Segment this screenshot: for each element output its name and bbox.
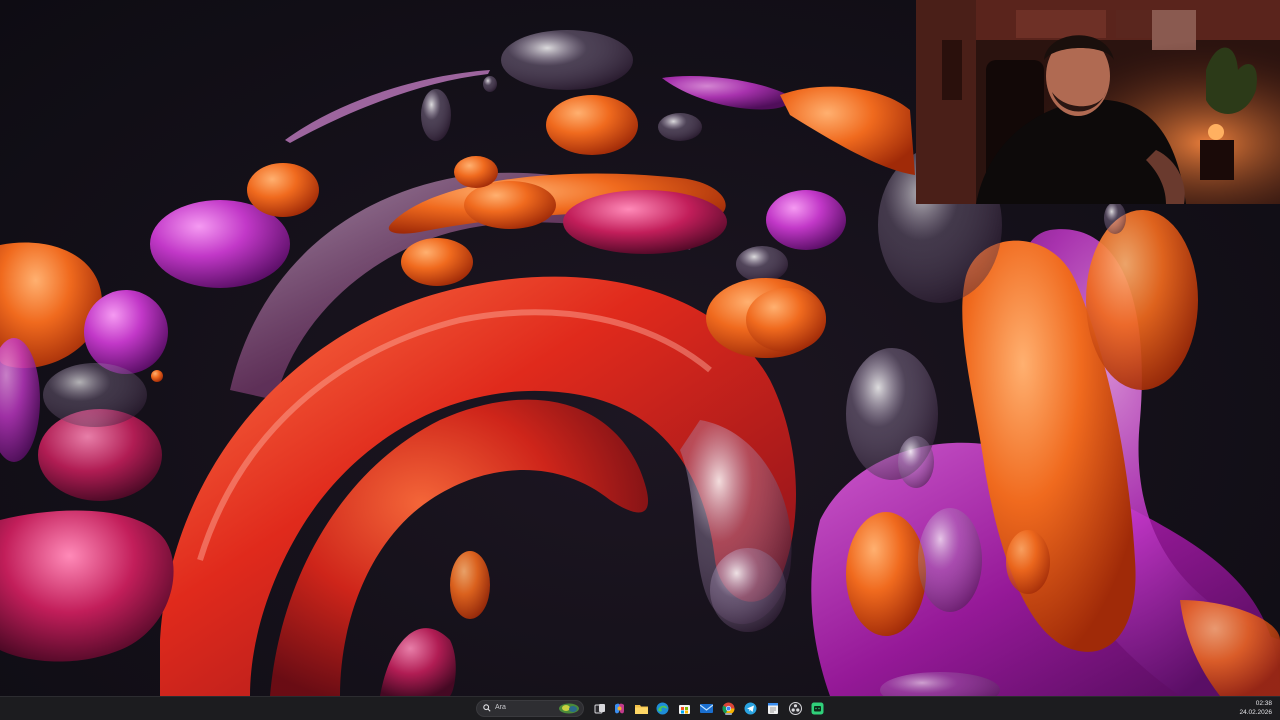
taskbar-search[interactable]: Ara	[476, 700, 584, 717]
clock-date: 24.02.2026	[1239, 709, 1272, 716]
android-icon[interactable]	[810, 701, 825, 716]
search-placeholder: Ara	[495, 704, 506, 711]
system-clock[interactable]: 02:38 24.02.2026	[1239, 699, 1272, 717]
active-indicator	[725, 713, 732, 715]
desktop[interactable]	[0, 0, 1280, 696]
notepad-icon[interactable]	[765, 701, 780, 716]
folder-icon[interactable]	[634, 701, 649, 716]
copilot-icon[interactable]	[612, 701, 627, 716]
store-icon[interactable]	[677, 701, 692, 716]
start-button[interactable]	[455, 702, 468, 715]
task-view-icon[interactable]	[592, 701, 607, 716]
taskbar: Ara 02:38 24.02.2026	[0, 696, 1280, 720]
search-icon	[483, 704, 491, 712]
webcam-overlay	[916, 0, 1280, 204]
clock-time: 02:38	[1255, 700, 1272, 707]
obs-icon[interactable]	[788, 701, 803, 716]
chrome-icon[interactable]	[721, 701, 736, 716]
search-highlight-icon	[559, 703, 579, 714]
webcam-feed	[916, 0, 1280, 204]
edge-icon[interactable]	[655, 701, 670, 716]
telegram-icon[interactable]	[743, 701, 758, 716]
mail-icon[interactable]	[699, 701, 714, 716]
